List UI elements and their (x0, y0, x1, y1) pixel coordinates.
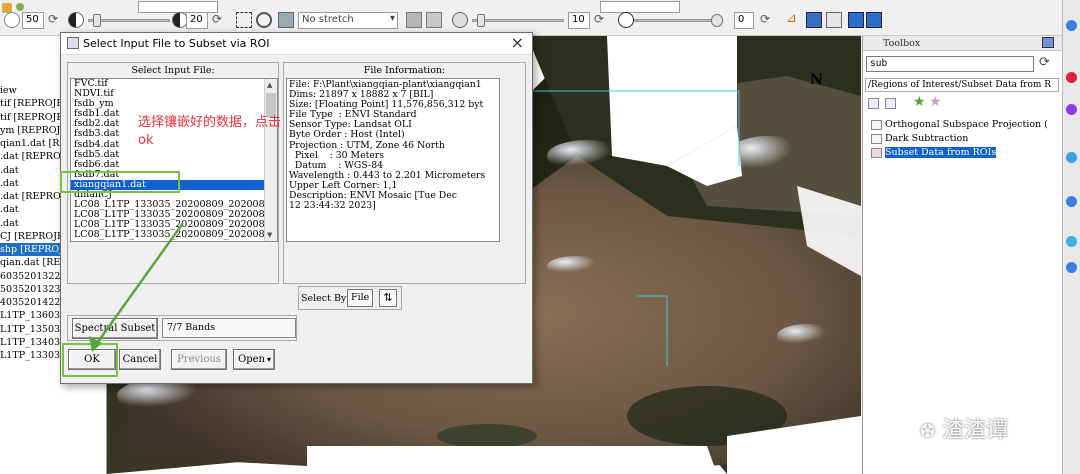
watermark-text: 渣渣谭 (942, 418, 1009, 443)
annotation-arrow (89, 222, 185, 352)
watermark: ✪ 渣渣谭 (920, 412, 1008, 444)
wechat-icon: ✪ (920, 421, 936, 442)
